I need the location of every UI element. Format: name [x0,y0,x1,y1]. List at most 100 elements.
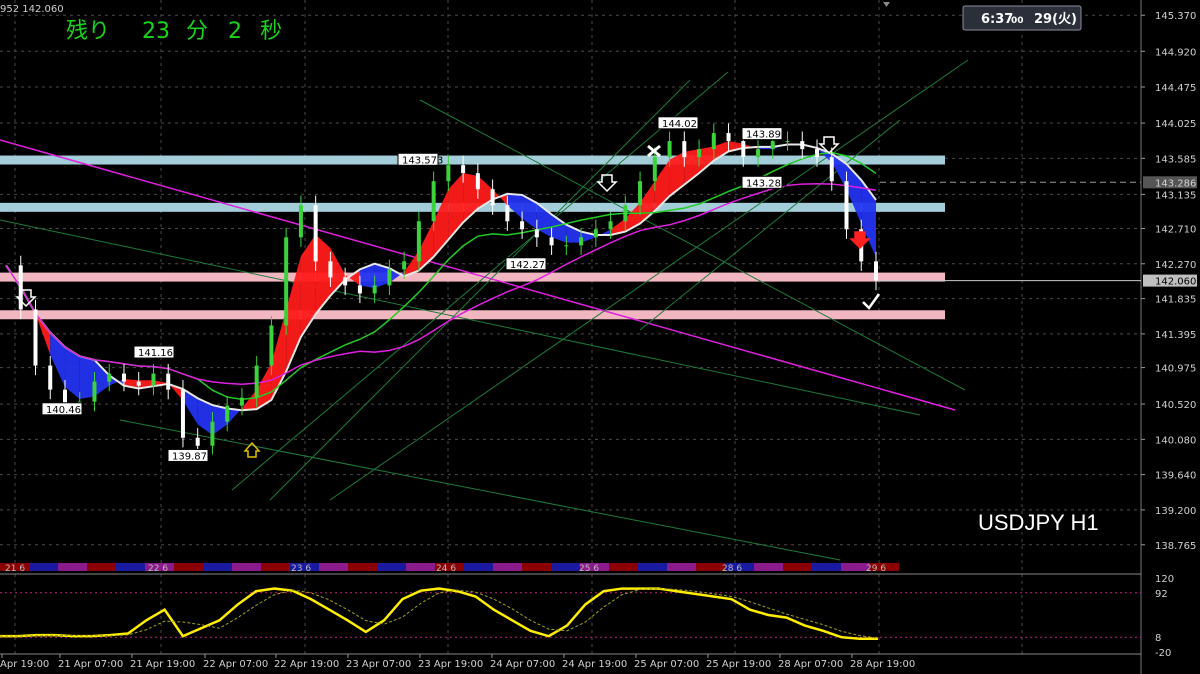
candle-body [726,133,731,142]
session-segment [116,563,145,571]
chart-window[interactable]: 143.573 144.028 143.893 143.286 142.270 141.1… [0,0,1200,674]
session-segment [464,563,493,571]
time-tick-label: 28 Apr 07:00 [778,659,843,670]
candle-body [711,133,716,150]
session-segment [754,563,783,571]
session-segment [696,563,725,571]
candle-body [505,205,510,222]
candle-body [741,141,746,158]
day-label: 29 6 [866,564,886,574]
osc-tick-label: -20 [1155,648,1171,659]
candle-body [166,373,171,390]
candle-body [357,285,362,294]
candle-body [785,141,790,143]
osc-tick-label: 92 [1155,589,1168,600]
session-segment [551,563,580,571]
candle-body [210,421,215,446]
candle-body [151,373,156,386]
candle-body [829,157,834,182]
price-tick-label: 139.640 [1155,471,1196,482]
candle-body [328,261,333,278]
session-segment [58,563,87,571]
candle-body [490,189,495,206]
time-tick-label: 23 Apr 07:00 [346,659,411,670]
osc-tick-label: 120 [1155,574,1174,585]
price-tick-label: 138.765 [1155,541,1196,552]
price-tick-label: 141.835 [1155,295,1196,306]
session-segment [319,563,348,571]
price-tick-label: 141.395 [1155,330,1196,341]
price-annotation-label: 141.169 [138,348,179,359]
candle-body [107,373,112,382]
session-segment [203,563,232,571]
zone-blue [0,155,945,165]
price-tick-label: 142.710 [1155,224,1196,235]
candle-body [402,261,407,270]
session-segment [522,563,551,571]
candle-body [121,373,126,382]
clock-time: 6:37 [981,12,1013,27]
candle-body [652,157,657,182]
session-segment [609,563,638,571]
top-left-price-text: 952 142.060 [0,4,64,15]
time-tick-label: 25 Apr 19:00 [706,659,771,670]
prev-close-label: 143.286 [1155,178,1196,189]
candle-body [92,381,97,402]
candle-body [343,277,348,286]
candle-body [564,245,569,247]
price-tick-label: 144.025 [1155,119,1196,130]
candle-body [136,381,141,386]
session-segment [377,563,406,571]
candle-body [667,141,672,158]
price-tick-label: 143.135 [1155,190,1196,201]
session-segment [232,563,261,571]
time-tick-label: 24 Apr 19:00 [562,659,627,670]
day-label: 28 6 [722,564,742,574]
candle-body [756,149,761,158]
candle-body [534,229,539,238]
time-tick-label: 21 Apr 19:00 [130,659,195,670]
candle-body [446,165,451,182]
candle-body [461,165,466,174]
candle-body [593,229,598,238]
chart-background [0,0,1200,674]
price-annotation-label: 143.573 [402,155,443,166]
candle-body [372,285,377,294]
price-tick-label: 142.270 [1155,260,1196,271]
price-tick-label: 140.520 [1155,400,1196,411]
candle-body [549,237,554,246]
candle-body [682,141,687,158]
candle-body [239,397,244,406]
candle-body [475,173,480,190]
zone-pink [0,310,945,320]
candle-body [416,221,421,262]
candle-body [770,141,775,150]
candle-body [254,365,259,398]
time-tick-label: 24 Apr 07:00 [490,659,555,670]
candle-body [579,237,584,246]
clock-box: 6:37 00 29(火) [962,5,1082,31]
price-tick-label: 140.975 [1155,364,1196,375]
clock-seconds: 00 [1011,16,1024,26]
session-segment [812,563,841,571]
symbol-label: USDJPY H1 [978,510,1099,535]
candle-body [225,405,230,422]
countdown-seconds: 2 [228,19,242,44]
candle-body [874,261,878,281]
time-tick-label: 23 Apr 19:00 [418,659,483,670]
candle-body [800,141,805,150]
price-annotation-label: 143.286 [746,178,787,189]
candle-body [195,437,200,446]
price-annotation-label: 139.879 [172,451,213,462]
session-segment [261,563,290,571]
countdown-prefix: 残り [66,19,110,44]
countdown-seconds-unit: 秒 [260,19,282,44]
session-segment [493,563,522,571]
time-tick-label: 21 Apr 07:00 [58,659,123,670]
time-tick-label: 22 Apr 07:00 [203,659,268,670]
price-tick-label: 144.920 [1155,47,1196,58]
price-annotation-label: 143.893 [746,130,787,141]
session-segment [667,563,696,571]
session-segment [406,563,435,571]
ribbon-segment [79,356,95,399]
